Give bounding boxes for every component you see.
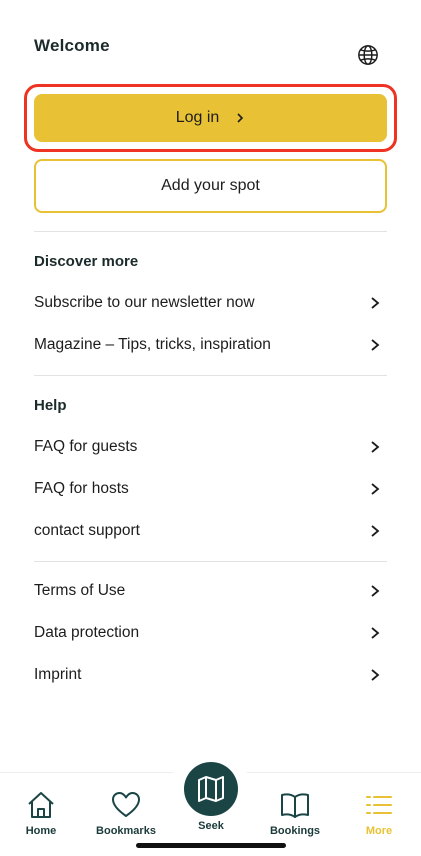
menu-item-faq-hosts[interactable]: FAQ for hosts (34, 472, 387, 506)
menu-item-label: Data protection (34, 624, 140, 641)
chevron-right-icon (371, 669, 380, 681)
tab-more[interactable]: More (339, 789, 419, 837)
seek-button[interactable] (184, 762, 238, 816)
tab-label: Bookings (269, 825, 321, 837)
menu-item-label: contact support (34, 522, 140, 539)
menu-item-newsletter[interactable]: Subscribe to our newsletter now (34, 286, 387, 320)
heart-icon (112, 792, 140, 817)
chevron-right-icon (371, 483, 380, 495)
section-title-discover: Discover more (34, 253, 139, 270)
add-spot-button-label: Add your spot (161, 177, 260, 194)
chevron-right-icon (371, 441, 380, 453)
home-indicator (136, 843, 286, 848)
chevron-right-icon (371, 585, 380, 597)
menu-item-label: Imprint (34, 666, 82, 683)
divider (34, 231, 387, 232)
chevron-right-icon (371, 627, 380, 639)
divider (34, 375, 387, 376)
menu-item-terms[interactable]: Terms of Use (34, 574, 387, 608)
menu-item-label: Subscribe to our newsletter now (34, 294, 255, 311)
menu-item-faq-guests[interactable]: FAQ for guests (34, 430, 387, 464)
menu-item-label: FAQ for hosts (34, 480, 129, 497)
menu-list-icon (366, 796, 392, 814)
menu-item-imprint[interactable]: Imprint (34, 658, 387, 692)
section-title-help: Help (34, 397, 67, 414)
menu-item-magazine[interactable]: Magazine – Tips, tricks, inspiration (34, 328, 387, 362)
tab-bookings[interactable]: Bookings (255, 789, 335, 837)
add-spot-button[interactable]: Add your spot (34, 159, 387, 213)
tab-bookmarks[interactable]: Bookmarks (86, 789, 166, 837)
book-icon (281, 793, 309, 818)
globe-icon[interactable] (357, 44, 379, 66)
tab-label: Home (25, 825, 57, 837)
tab-label: More (365, 825, 393, 837)
chevron-right-icon (371, 339, 380, 351)
tab-label: Bookmarks (96, 825, 156, 837)
login-button[interactable]: Log in (34, 94, 387, 142)
menu-item-label: Magazine – Tips, tricks, inspiration (34, 336, 271, 353)
seek-label: Seek (198, 820, 224, 832)
menu-item-label: Terms of Use (34, 582, 126, 599)
page-title: Welcome (34, 36, 110, 55)
home-icon (28, 792, 54, 818)
chevron-right-icon (237, 113, 244, 123)
menu-item-data-protection[interactable]: Data protection (34, 616, 387, 650)
header: Welcome (34, 36, 387, 76)
chevron-right-icon (371, 297, 380, 309)
map-icon (198, 776, 224, 802)
chevron-right-icon (371, 525, 380, 537)
login-button-label: Log in (175, 109, 220, 126)
tab-home[interactable]: Home (1, 789, 81, 837)
divider (34, 561, 387, 562)
menu-item-contact-support[interactable]: contact support (34, 514, 387, 548)
menu-item-label: FAQ for guests (34, 438, 138, 455)
